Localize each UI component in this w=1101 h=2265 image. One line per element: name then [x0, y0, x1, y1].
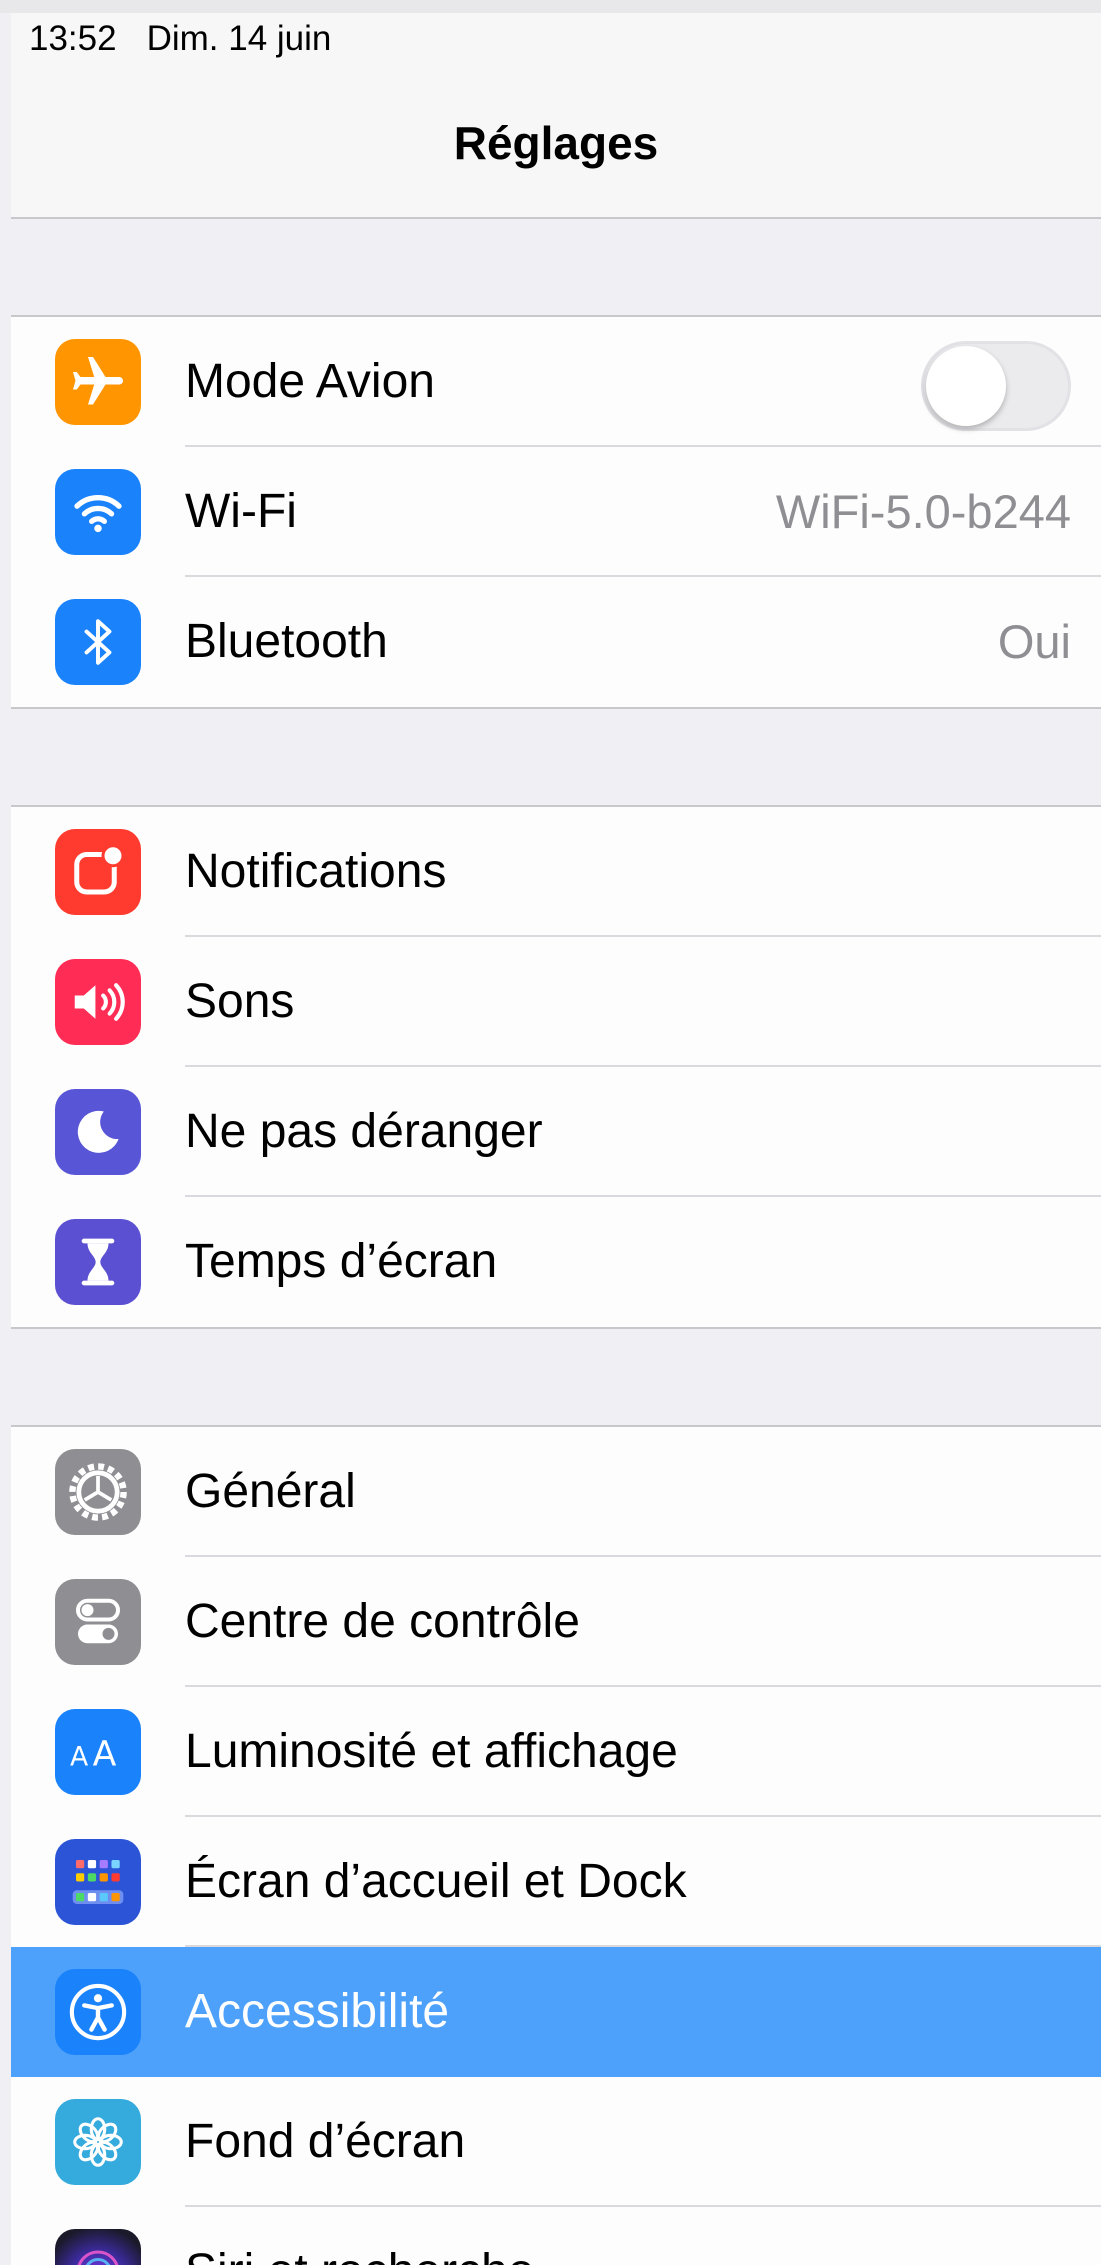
siri-icon	[55, 2229, 141, 2265]
settings-row-wallpaper[interactable]: Fond d’écran	[11, 2077, 1101, 2207]
settings-row-display-brightness[interactable]: AA Luminosité et affichage	[11, 1687, 1101, 1817]
svg-text:A: A	[93, 1734, 117, 1774]
settings-row-accessibility[interactable]: Accessibilité	[11, 1947, 1101, 2077]
bluetooth-icon	[55, 599, 141, 685]
text-size-icon: AA	[55, 1709, 141, 1795]
settings-row-airplane-mode[interactable]: Mode Avion	[11, 317, 1101, 447]
settings-group-connectivity: Mode Avion Wi-Fi WiFi-5.0-b244 Bluetooth…	[11, 317, 1101, 709]
wallpaper-icon	[55, 2099, 141, 2185]
bluetooth-status-value: Oui	[997, 615, 1071, 668]
settings-row-label: Luminosité et affichage	[185, 1725, 678, 1778]
settings-row-do-not-disturb[interactable]: Ne pas déranger	[11, 1067, 1101, 1197]
section-spacer	[11, 219, 1101, 317]
airplane-icon	[55, 339, 141, 425]
settings-row-bluetooth[interactable]: Bluetooth Oui	[11, 577, 1101, 707]
accessibility-icon	[55, 1969, 141, 2055]
settings-row-general[interactable]: Général	[11, 1427, 1101, 1557]
settings-row-home-screen-dock[interactable]: Écran d’accueil et Dock	[11, 1817, 1101, 1947]
page-title: Réglages	[453, 117, 659, 169]
status-date: Dim. 14 juin	[146, 19, 332, 58]
settings-row-label: Sons	[185, 975, 295, 1028]
settings-row-wifi[interactable]: Wi-Fi WiFi-5.0-b244	[11, 447, 1101, 577]
wifi-network-value: WiFi-5.0-b244	[775, 485, 1071, 538]
toggle-knob	[926, 346, 1006, 426]
airplane-mode-toggle[interactable]	[921, 341, 1071, 431]
settings-row-control-center[interactable]: Centre de contrôle	[11, 1557, 1101, 1687]
settings-row-label: Fond d’écran	[185, 2115, 466, 2168]
settings-row-label: Siri et recherche	[185, 2207, 534, 2265]
settings-row-label: Ne pas déranger	[185, 1105, 543, 1158]
settings-row-label: Écran d’accueil et Dock	[185, 1855, 687, 1908]
settings-screen: 13:52 Dim. 14 juin Réglages Mode Avion Wi…	[11, 13, 1101, 2265]
status-bar: 13:52 Dim. 14 juin	[29, 19, 331, 59]
wifi-icon	[55, 469, 141, 555]
settings-row-label: Temps d’écran	[185, 1235, 498, 1288]
gear-icon	[55, 1449, 141, 1535]
settings-row-label: Mode Avion	[185, 355, 435, 408]
settings-row-label: Général	[185, 1465, 356, 1518]
section-spacer	[11, 1329, 1101, 1427]
navigation-header: 13:52 Dim. 14 juin Réglages	[11, 13, 1101, 219]
notifications-icon	[55, 829, 141, 915]
settings-row-label: Notifications	[185, 845, 447, 898]
status-time: 13:52	[29, 19, 117, 58]
settings-row-screen-time[interactable]: Temps d’écran	[11, 1197, 1101, 1327]
svg-text:A: A	[70, 1741, 89, 1772]
hourglass-icon	[55, 1219, 141, 1305]
settings-row-siri-search[interactable]: Siri et recherche	[11, 2207, 1101, 2265]
settings-group-general: Général Centre de contrôle AA Luminosité…	[11, 1427, 1101, 2265]
settings-row-sounds[interactable]: Sons	[11, 937, 1101, 1067]
speaker-icon	[55, 959, 141, 1045]
settings-row-label: Wi-Fi	[185, 485, 297, 538]
moon-icon	[55, 1089, 141, 1175]
control-center-icon	[55, 1579, 141, 1665]
top-band	[0, 0, 1101, 13]
section-spacer	[11, 709, 1101, 807]
settings-row-label: Centre de contrôle	[185, 1595, 580, 1648]
settings-group-notifications: Notifications Sons Ne pas déranger Temps…	[11, 807, 1101, 1329]
home-screen-icon	[55, 1839, 141, 1925]
settings-row-label: Accessibilité	[185, 1985, 450, 2038]
settings-row-label: Bluetooth	[185, 615, 388, 668]
settings-row-notifications[interactable]: Notifications	[11, 807, 1101, 937]
